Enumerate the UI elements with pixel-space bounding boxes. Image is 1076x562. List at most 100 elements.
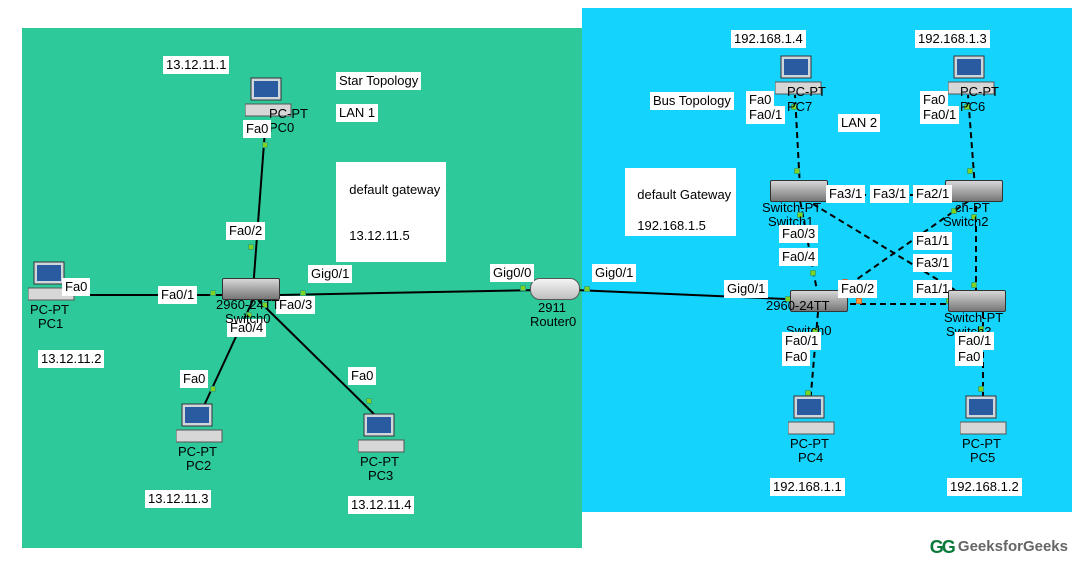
pc3-ip: 13.12.11.4 [348, 496, 414, 514]
sw-model: ch-PT [955, 200, 990, 215]
device-pc2[interactable]: PC-PT PC2 [176, 402, 224, 447]
pc2-ip: 13.12.11.3 [145, 490, 211, 508]
gateway-ip: 13.12.11.5 [349, 228, 409, 243]
device-pc4[interactable]: PC-PT PC4 [788, 394, 836, 439]
link-led [856, 298, 862, 304]
link-led [520, 285, 526, 291]
sw0-fa03: Fa0/3 [779, 225, 818, 243]
router-port-right: Gig0/1 [592, 264, 636, 282]
link-led [584, 286, 590, 292]
pc2-port: Fa0 [180, 370, 208, 388]
sw0r-gig: Gig0/1 [724, 280, 768, 298]
sw-model: Switch-PT [762, 200, 821, 215]
router-name: Router0 [530, 314, 576, 329]
router-model: 2911 [538, 300, 566, 315]
link-led [210, 386, 216, 392]
device-switch1[interactable]: Switch-PT Switch1 [770, 180, 828, 204]
pc-model: PC-PT [962, 436, 1001, 451]
link-led [967, 168, 973, 174]
link-led [971, 282, 977, 288]
pc-name: PC3 [368, 468, 393, 483]
gateway-ip: 192.168.1.5 [637, 218, 706, 233]
pc-icon [960, 394, 1008, 436]
device-router0[interactable]: 2911 Router0 [530, 278, 580, 302]
pc-name: PC5 [970, 450, 995, 465]
pc-name: PC2 [186, 458, 211, 473]
pc5-ip: 192.168.1.2 [947, 478, 1022, 496]
pc-model: PC-PT [30, 302, 69, 317]
pc-model: PC-PT [787, 84, 826, 99]
lan1-label: LAN 1 [336, 104, 378, 122]
device-switch3[interactable]: Switch-PT Switch3 [948, 290, 1006, 314]
link-led [210, 290, 216, 296]
pc-icon [788, 394, 836, 436]
router-icon [530, 278, 580, 300]
bus-topology-title: Bus Topology [650, 92, 734, 110]
switch-icon [948, 290, 1006, 312]
pc-name: PC0 [269, 120, 294, 135]
pc5-port: Fa0 [955, 348, 983, 366]
gateway-label: default Gateway [637, 187, 731, 202]
pc-model: PC-PT [360, 454, 399, 469]
sw3-fa01: Fa0/1 [955, 332, 994, 350]
sw0-fa04: Fa0/4 [779, 248, 818, 266]
link-led [810, 270, 816, 276]
pc4-ip: 192.168.1.1 [770, 478, 845, 496]
device-pc3[interactable]: PC-PT PC3 [358, 412, 406, 457]
sw-model: 2960-24TT [766, 298, 830, 313]
sw-port-fa02: Fa0/2 [226, 222, 265, 240]
sw2-fa31-left: Fa3/1 [870, 185, 909, 203]
pc-model: PC-PT [790, 436, 829, 451]
switch-icon [770, 180, 828, 202]
device-pc0[interactable]: PC-PT PC0 [245, 76, 293, 121]
sw-port-fa03: Fa0/3 [276, 296, 315, 314]
sw-port-gig01: Gig0/1 [308, 265, 352, 283]
pc1-port: Fa0 [62, 278, 90, 296]
device-pc5[interactable]: PC-PT PC5 [960, 394, 1008, 439]
geeksforgeeks-logo-icon: GG [930, 537, 954, 558]
sw-port-fa01: Fa0/1 [158, 286, 197, 304]
pc0-port: Fa0 [243, 120, 271, 138]
star-topology-title: Star Topology [336, 72, 421, 90]
link-led [248, 244, 254, 250]
sw0-fa02: Fa0/2 [838, 280, 877, 298]
link-led [262, 142, 268, 148]
sw0-fa01: Fa0/1 [782, 332, 821, 350]
gateway-label: default gateway [349, 182, 440, 197]
sw1-fa31: Fa3/1 [826, 185, 865, 203]
link-led [978, 386, 984, 392]
sw1-port-to-pc7: Fa0/1 [746, 106, 785, 124]
sw2-fa21: Fa2/1 [913, 185, 952, 203]
pc0-ip: 13.12.11.1 [163, 56, 229, 74]
link-led [366, 398, 372, 404]
switch-icon [945, 180, 1003, 202]
pc4-port: Fa0 [782, 348, 810, 366]
pc-icon [176, 402, 224, 444]
pc6-ip: 192.168.1.3 [915, 30, 990, 48]
sw-name: Switch0 [225, 311, 271, 326]
sw2-fa11: Fa1/1 [913, 232, 952, 250]
lan1-gateway-box: default gateway 13.12.11.5 [336, 162, 446, 262]
pc7-ip: 192.168.1.4 [731, 30, 806, 48]
pc-name: PC4 [798, 450, 823, 465]
device-pc6[interactable]: PC-PT PC6 [948, 54, 996, 99]
device-switch0l[interactable]: 2960-24TT Switch0 [222, 278, 280, 302]
pc-model: PC-PT [269, 106, 308, 121]
pc-icon [358, 412, 406, 454]
sw2-port-fa01: Fa0/1 [920, 106, 959, 124]
sw3-fa11: Fa1/1 [913, 280, 952, 298]
lan2-gateway-box: default Gateway 192.168.1.5 [625, 168, 736, 236]
pc3-port: Fa0 [348, 367, 376, 385]
lan2-label: LAN 2 [838, 114, 880, 132]
device-pc7[interactable]: PC-PT PC7 [775, 54, 823, 99]
sw2-fa31: Fa3/1 [913, 254, 952, 272]
pc-name: PC7 [787, 99, 812, 114]
sw-model: Switch-PT [944, 310, 1003, 325]
pc1-ip: 13.12.11.2 [38, 350, 104, 368]
pc-model: PC-PT [960, 84, 999, 99]
pc-model: PC-PT [178, 444, 217, 459]
router-port-left: Gig0/0 [490, 264, 534, 282]
link-led [794, 168, 800, 174]
device-switch2[interactable]: ch-PT Switch2 [945, 180, 1003, 204]
pc-name: PC1 [38, 316, 63, 331]
